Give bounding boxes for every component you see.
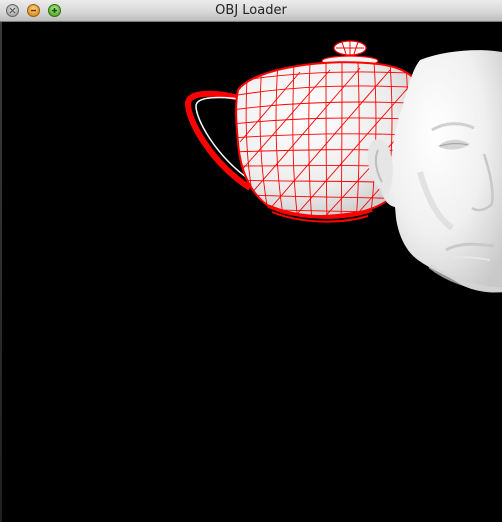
window-left-edge bbox=[0, 22, 2, 522]
title-bar[interactable]: OBJ Loader bbox=[0, 0, 502, 22]
app-window: OBJ Loader bbox=[0, 0, 502, 522]
scene-render bbox=[184, 40, 502, 293]
window-title: OBJ Loader bbox=[215, 3, 287, 18]
gl-viewport[interactable] bbox=[0, 22, 502, 522]
